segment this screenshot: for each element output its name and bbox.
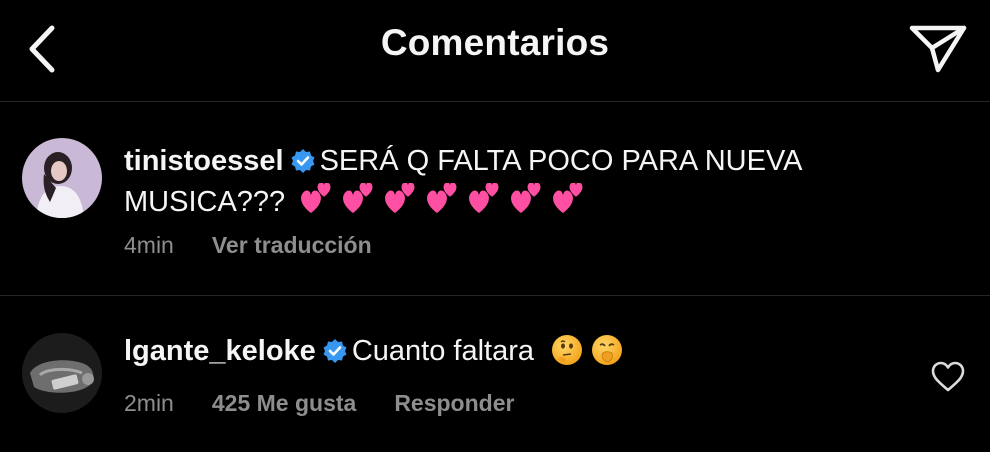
comment-time: 2min bbox=[124, 390, 174, 416]
heart-icon bbox=[931, 361, 965, 392]
translate-link[interactable]: Ver traducción bbox=[212, 232, 372, 258]
comment-username[interactable]: lgante_keloke bbox=[124, 335, 316, 367]
thinking-face-emoji-icon bbox=[552, 335, 583, 365]
like-button[interactable] bbox=[930, 360, 966, 394]
comment-meta: 2min 425 Me gusta Responder bbox=[124, 390, 552, 417]
two-hearts-emoji bbox=[469, 182, 499, 213]
two-hearts-emoji bbox=[511, 182, 541, 213]
comment-time: 4min bbox=[124, 232, 174, 258]
verified-badge-icon bbox=[290, 147, 316, 183]
comment-divider bbox=[0, 295, 990, 296]
comment-body: SERÁ Q FALTA POCO PARA NUEVA bbox=[319, 145, 803, 177]
two-hearts-emoji bbox=[427, 182, 457, 213]
comment-text: tinistoessel SERÁ Q FALTA POCO PARA NUEVA… bbox=[124, 143, 884, 226]
verified-badge-icon bbox=[322, 337, 348, 373]
avatar[interactable] bbox=[22, 138, 102, 218]
avatar-image bbox=[22, 138, 102, 218]
two-hearts-emoji bbox=[343, 182, 373, 213]
comment-body-line2: MUSICA??? bbox=[124, 186, 286, 218]
reply-button[interactable]: Responder bbox=[394, 390, 514, 416]
avatar[interactable] bbox=[22, 333, 102, 413]
paper-plane-icon bbox=[909, 25, 967, 73]
likes-count[interactable]: 425 Me gusta bbox=[212, 390, 356, 416]
comment-body: Cuanto faltara bbox=[351, 335, 534, 367]
comment-text: lgante_keloke Cuanto faltara bbox=[124, 333, 884, 373]
page-title: Comentarios bbox=[380, 22, 610, 63]
avatar-image bbox=[22, 333, 102, 413]
two-hearts-emoji bbox=[301, 182, 331, 213]
comment-meta: 4min Ver traducción bbox=[124, 232, 410, 259]
header-divider bbox=[0, 101, 990, 102]
two-hearts-emoji-icons bbox=[293, 182, 583, 226]
two-hearts-emoji bbox=[553, 182, 583, 213]
two-hearts-emoji bbox=[385, 182, 415, 213]
share-button[interactable] bbox=[908, 22, 968, 74]
header: Comentarios bbox=[0, 0, 990, 100]
comment-username[interactable]: tinistoessel bbox=[124, 145, 284, 177]
hand-over-mouth-emoji-icon bbox=[592, 335, 623, 365]
